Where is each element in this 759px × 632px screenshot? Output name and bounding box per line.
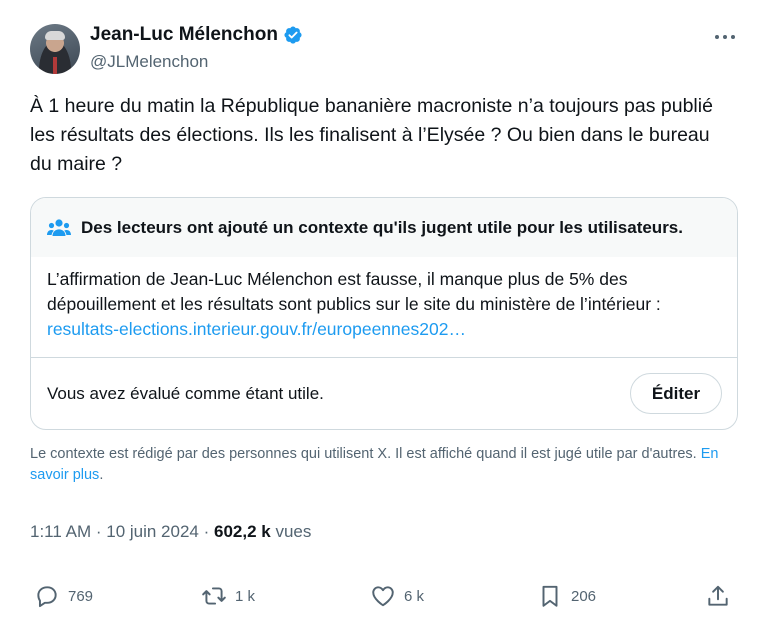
share-icon [708,585,728,606]
views-label: vues [270,522,312,541]
people-icon [47,218,71,236]
like-button[interactable]: 6 k [370,578,424,614]
meta-separator: · [91,522,107,541]
author-handle[interactable]: @JLMelenchon [90,52,208,72]
repost-count: 1 k [235,587,256,605]
bookmark-count: 206 [571,587,597,605]
avatar-hair [45,31,65,40]
author-name-row[interactable]: Jean-Luc Mélenchon [90,24,303,46]
community-note-title: Des lecteurs ont ajouté un contexte qu'i… [81,217,683,237]
like-count: 6 k [404,587,425,605]
author-name[interactable]: Jean-Luc Mélenchon [90,24,278,46]
divider [31,357,737,358]
verified-badge-icon [284,26,302,44]
community-note-text: L’affirmation de Jean-Luc Mélenchon est … [47,269,661,314]
rating-status: Vous avez évalué comme étant utile. [47,384,324,403]
community-note-header: Des lecteurs ont ajouté un contexte qu'i… [31,198,737,257]
reply-icon [37,586,57,608]
reply-count: 769 [68,587,94,605]
repost-icon [202,587,226,605]
bookmark-icon [542,585,558,607]
reply-button[interactable]: 769 [34,578,93,614]
views-count: 602,2 k [213,522,271,541]
tweet-time[interactable]: 1:11 AM [30,522,91,541]
tweet-meta: 1:11 AM · 10 juin 2024 · 602,2 k vues [30,522,311,542]
repost-button[interactable]: 1 k [201,578,255,614]
community-note-link[interactable]: resultats-elections.interieur.gouv.fr/eu… [47,319,466,339]
note-disclaimer: Le contexte est rédigé par des personnes… [30,444,742,486]
disclaimer-period: . [99,467,104,483]
tweet-header: Jean-Luc Mélenchon @JLMelenchon [30,22,742,78]
edit-rating-button[interactable]: Éditer [630,373,722,414]
avatar[interactable] [30,24,80,74]
tweet-date[interactable]: 10 juin 2024 [106,522,199,541]
bookmark-button[interactable]: 206 [537,578,596,614]
heart-icon [372,586,394,607]
community-note: Des lecteurs ont ajouté un contexte qu'i… [30,197,738,430]
disclaimer-text: Le contexte est rédigé par des personnes… [30,446,697,462]
share-button[interactable] [705,578,731,614]
more-options-icon[interactable] [714,34,736,40]
avatar-tie [53,57,57,74]
community-note-body: L’affirmation de Jean-Luc Mélenchon est … [31,257,737,342]
meta-separator-2: · [198,522,214,541]
tweet-text: À 1 heure du matin la République bananiè… [30,95,713,175]
action-bar: 769 1 k 6 k 206 [30,578,738,614]
